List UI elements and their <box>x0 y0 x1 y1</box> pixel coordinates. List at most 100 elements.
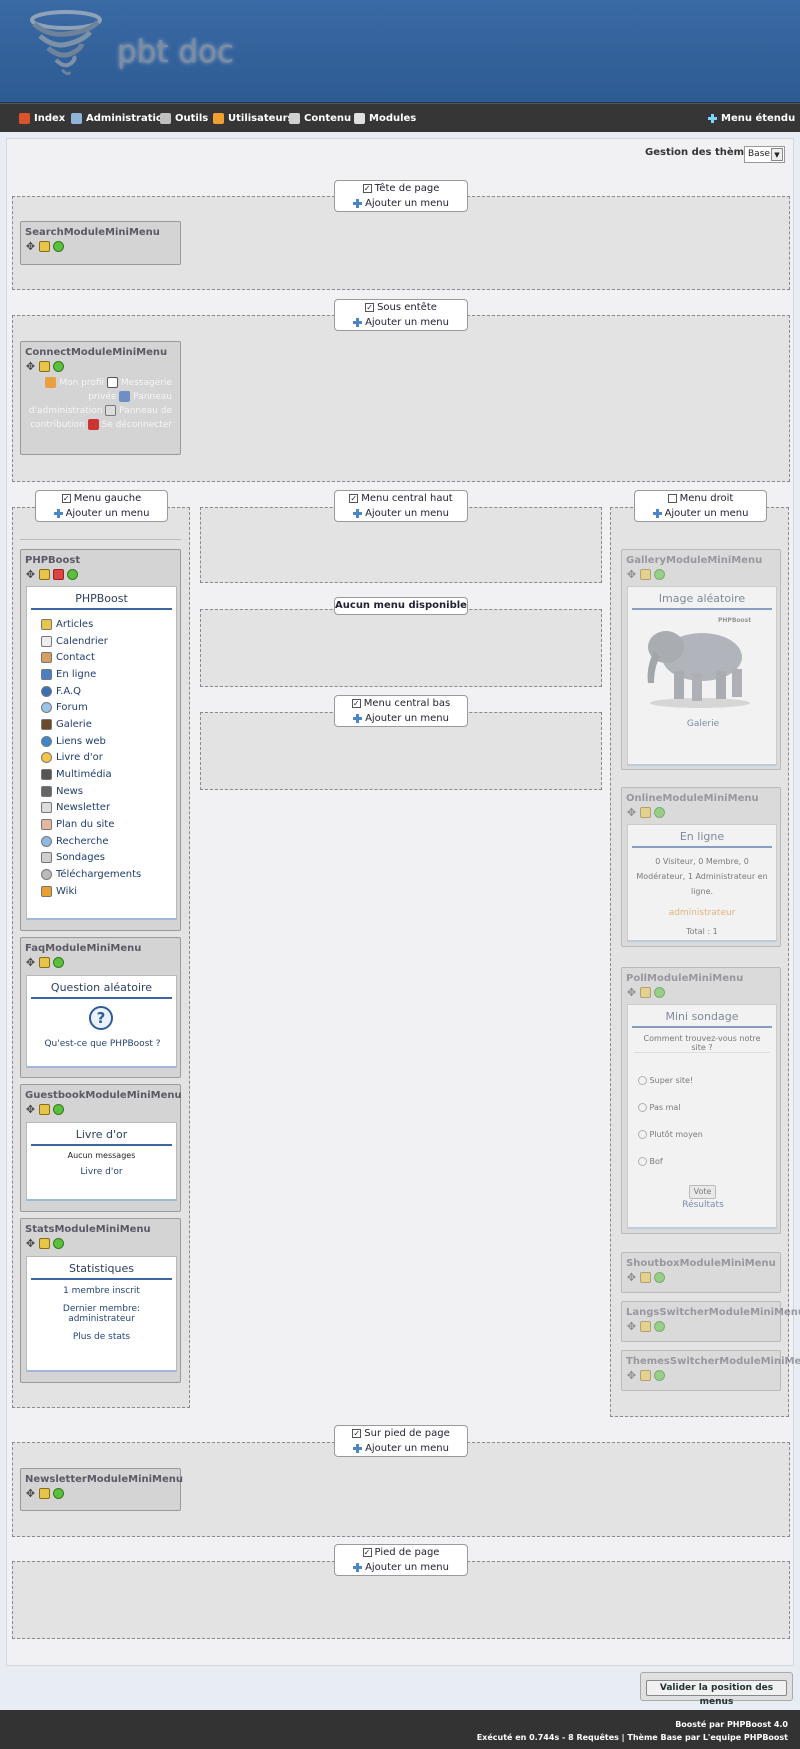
move-icon[interactable]: ✥ <box>626 1272 637 1283</box>
module-langs-switcher[interactable]: LangsSwitcherModuleMiniMenu ✥ <box>621 1301 800 1342</box>
module-guestbook[interactable]: GuestbookModuleMiniMenu ✥ Livre d'or Auc… <box>20 1084 182 1212</box>
poll-option[interactable]: Plutôt moyen <box>638 1121 776 1148</box>
link-logout[interactable]: Se déconnecter <box>102 420 172 430</box>
module-newsletter[interactable]: NewsletterModuleMiniMenu ✥ <box>20 1468 183 1511</box>
nav-index[interactable]: Index <box>19 104 65 133</box>
add-menu-link-gauche[interactable]: Ajouter un menu <box>36 506 167 521</box>
move-icon[interactable]: ✥ <box>626 1321 637 1332</box>
link-contact[interactable]: Contact <box>41 649 176 666</box>
edit-icon[interactable] <box>39 569 50 580</box>
zone-checkbox-droit[interactable] <box>667 494 677 503</box>
move-icon[interactable]: ✥ <box>25 569 36 580</box>
module-connect[interactable]: ConnectModuleMiniMenu ✥ Mon profil Messa… <box>20 341 181 455</box>
radio-icon[interactable] <box>638 1157 647 1166</box>
poll-option[interactable]: Bof <box>638 1148 776 1175</box>
link-sondages[interactable]: Sondages <box>41 850 176 867</box>
module-search[interactable]: SearchModuleMiniMenu ✥ <box>20 221 181 265</box>
move-icon[interactable]: ✥ <box>626 987 637 998</box>
link-news[interactable]: News <box>41 783 176 800</box>
online-user[interactable]: administrateur <box>628 899 776 918</box>
add-menu-link-pied[interactable]: Ajouter un menu <box>335 1560 467 1575</box>
move-icon[interactable]: ✥ <box>25 1488 36 1499</box>
edit-icon[interactable] <box>39 957 50 968</box>
link-faq[interactable]: F.A.Q <box>41 683 176 700</box>
stats-more-link[interactable]: Plus de stats <box>27 1324 176 1342</box>
move-icon[interactable]: ✥ <box>626 569 637 580</box>
delete-icon[interactable] <box>53 569 64 580</box>
link-forum[interactable]: Forum <box>41 699 176 716</box>
move-icon[interactable]: ✥ <box>25 361 36 372</box>
module-poll[interactable]: PollModuleMiniMenu ✥ Mini sondage Commen… <box>621 967 781 1234</box>
radio-icon[interactable] <box>638 1076 647 1085</box>
move-icon[interactable]: ✥ <box>25 957 36 968</box>
enable-icon[interactable] <box>53 361 64 372</box>
zone-checkbox-sur-pied[interactable]: ✓ <box>352 1429 362 1438</box>
module-stats[interactable]: StatsModuleMiniMenu ✥ Statistiques 1 mem… <box>20 1218 181 1383</box>
poll-results-link[interactable]: Résultats <box>628 1200 778 1210</box>
zone-checkbox-central-haut[interactable]: ✓ <box>349 494 359 503</box>
site-logo-text[interactable]: pbt doc <box>117 34 234 70</box>
zone-checkbox-central-bas[interactable]: ✓ <box>351 699 361 708</box>
edit-icon[interactable] <box>39 1488 50 1499</box>
add-menu-link-central-haut[interactable]: Ajouter un menu <box>335 506 467 521</box>
nav-administration[interactable]: Administration <box>71 104 170 133</box>
nav-menu-etendu[interactable]: Menu étendu <box>708 104 795 133</box>
guestbook-link[interactable]: Livre d'or <box>27 1160 176 1177</box>
module-shoutbox[interactable]: ShoutboxModuleMiniMenu ✥ <box>621 1252 781 1293</box>
link-calendrier[interactable]: Calendrier <box>41 633 176 650</box>
edit-icon[interactable] <box>640 987 651 998</box>
module-faq[interactable]: FaqModuleMiniMenu ✥ Question aléatoire ?… <box>20 937 181 1078</box>
link-plan-du-site[interactable]: Plan du site <box>41 816 176 833</box>
enable-icon[interactable] <box>67 569 78 580</box>
faq-question-link[interactable]: Qu'est-ce que PHPBoost ? <box>27 1039 178 1049</box>
edit-icon[interactable] <box>39 241 50 252</box>
add-menu-link-central-bas[interactable]: Ajouter un menu <box>335 711 467 726</box>
edit-icon[interactable] <box>640 1272 651 1283</box>
move-icon[interactable]: ✥ <box>25 1238 36 1249</box>
module-gallery[interactable]: GalleryModuleMiniMenu ✥ Image aléatoire … <box>621 549 781 770</box>
edit-icon[interactable] <box>640 1370 651 1381</box>
link-profile[interactable]: Mon profil <box>59 378 104 388</box>
zone-checkbox-pied[interactable]: ✓ <box>362 1548 372 1557</box>
link-liens-web[interactable]: Liens web <box>41 733 176 750</box>
link-telechargements[interactable]: Téléchargements <box>41 866 176 883</box>
link-en-ligne[interactable]: En ligne <box>41 666 176 683</box>
edit-icon[interactable] <box>640 807 651 818</box>
nav-utilisateurs[interactable]: Utilisateurs <box>213 104 293 133</box>
theme-select[interactable]: Base ▼ <box>744 146 785 163</box>
enable-icon[interactable] <box>53 1238 64 1249</box>
radio-icon[interactable] <box>638 1130 647 1139</box>
nav-modules[interactable]: Modules <box>354 104 416 133</box>
enable-icon[interactable] <box>53 241 64 252</box>
move-icon[interactable]: ✥ <box>25 1104 36 1115</box>
move-icon[interactable]: ✥ <box>626 807 637 818</box>
link-multimedia[interactable]: Multimédia <box>41 766 176 783</box>
edit-icon[interactable] <box>640 1321 651 1332</box>
zone-checkbox-tete[interactable]: ✓ <box>362 184 372 193</box>
add-menu-link-tete[interactable]: Ajouter un menu <box>335 196 467 211</box>
enable-icon[interactable] <box>654 807 665 818</box>
move-icon[interactable]: ✥ <box>25 241 36 252</box>
enable-icon[interactable] <box>654 1272 665 1283</box>
module-online[interactable]: OnlineModuleMiniMenu ✥ En ligne 0 Visite… <box>621 787 781 947</box>
zone-checkbox-sous[interactable]: ✓ <box>365 303 375 312</box>
link-recherche[interactable]: Recherche <box>41 833 176 850</box>
module-phpboost[interactable]: PHPBoost ✥ PHPBoost Articles Calendrier … <box>20 549 181 931</box>
poll-option[interactable]: Super site! <box>638 1067 776 1094</box>
enable-icon[interactable] <box>654 1370 665 1381</box>
enable-icon[interactable] <box>53 1488 64 1499</box>
edit-icon[interactable] <box>39 361 50 372</box>
enable-icon[interactable] <box>654 569 665 580</box>
radio-icon[interactable] <box>638 1103 647 1112</box>
link-articles[interactable]: Articles <box>41 616 176 633</box>
nav-contenu[interactable]: Contenu <box>289 104 351 133</box>
poll-vote-button[interactable]: Vote <box>689 1185 716 1199</box>
gallery-link[interactable]: Galerie <box>628 719 778 729</box>
add-menu-link-droit[interactable]: Ajouter un menu <box>635 506 766 521</box>
stats-last-user[interactable]: administrateur <box>27 1314 176 1324</box>
edit-icon[interactable] <box>39 1238 50 1249</box>
enable-icon[interactable] <box>53 957 64 968</box>
poll-option[interactable]: Pas mal <box>638 1094 776 1121</box>
edit-icon[interactable] <box>39 1104 50 1115</box>
zone-checkbox-gauche[interactable]: ✓ <box>61 494 71 503</box>
